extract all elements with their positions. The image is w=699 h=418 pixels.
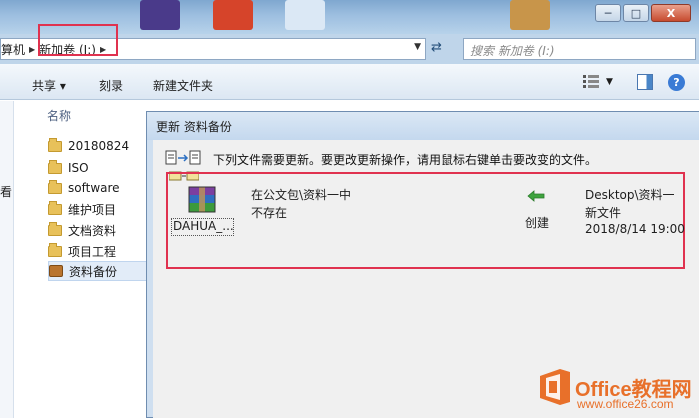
destination-path: Desktop\资料一	[585, 188, 675, 202]
taskbar-icon-blur	[510, 0, 550, 30]
list-item[interactable]: 20180824	[48, 136, 148, 156]
close-button[interactable]: X	[651, 4, 691, 22]
update-files-icon	[165, 150, 201, 165]
list-item-label: ISO	[68, 161, 89, 175]
dialog-instruction: 下列文件需要更新。要更改更新操作，请用鼠标右键单击要改变的文件。	[213, 153, 598, 167]
navigation-pane	[0, 101, 14, 418]
dialog-title: 更新 资料备份	[156, 120, 232, 134]
file-name-label[interactable]: DAHUA_...	[171, 218, 234, 236]
breadcrumb-separator-icon[interactable]: ▶	[29, 45, 35, 54]
briefcase-icon	[49, 265, 63, 277]
list-item[interactable]: ISO	[48, 158, 148, 178]
folder-icon	[48, 179, 62, 194]
taskbar-icon-blur	[285, 0, 325, 30]
maximize-button[interactable]: □	[623, 4, 649, 22]
destination-time: 2018/8/14 19:00	[585, 222, 685, 236]
nav-partial-label: 看	[0, 185, 13, 199]
window-controls: ─ □ X	[595, 4, 691, 22]
list-item-label: 项目工程	[68, 244, 117, 259]
source-path: 在公文包\资料一中	[251, 188, 352, 202]
annotation-highlight-drive	[38, 24, 118, 56]
folder-icon	[48, 242, 62, 257]
list-item[interactable]: software	[48, 178, 148, 198]
help-icon[interactable]: ?	[668, 74, 685, 91]
source-status: 不存在	[251, 206, 288, 220]
list-item-label: 维护项目	[68, 202, 117, 217]
breadcrumb-computer[interactable]: 算机	[1, 41, 25, 58]
list-item-label: 资料备份	[69, 264, 118, 279]
search-input[interactable]: 搜索 新加卷 (I:)	[463, 38, 696, 60]
minimize-button[interactable]: ─	[595, 4, 621, 22]
share-button[interactable]: 共享 ▾	[32, 77, 66, 94]
taskbar-icon-blur	[213, 0, 253, 30]
list-item[interactable]: 维护项目	[48, 199, 148, 219]
preview-pane-icon[interactable]	[637, 74, 653, 90]
folder-icon	[48, 137, 62, 152]
update-action-label[interactable]: 创建	[525, 214, 549, 231]
list-item-label: 20180824	[68, 139, 130, 153]
folder-icon	[48, 221, 62, 236]
watermark-url: www.office26.com	[577, 397, 674, 411]
burn-button[interactable]: 刻录	[99, 77, 123, 94]
folder-icon	[48, 159, 62, 174]
view-options-icon[interactable]	[583, 75, 599, 89]
destination-status: 新文件	[585, 206, 622, 220]
list-item-label: 文档资料	[68, 223, 117, 238]
refresh-icon[interactable]: ⇄	[431, 40, 442, 55]
taskbar-icon-blur	[140, 0, 180, 30]
address-dropdown-icon[interactable]: ▼	[414, 42, 421, 52]
folder-icon	[48, 200, 62, 215]
winrar-archive-icon[interactable]	[186, 185, 218, 215]
list-item[interactable]: 文档资料	[48, 220, 148, 240]
view-dropdown-icon[interactable]: ▼	[606, 77, 613, 87]
left-arrow-icon	[527, 190, 545, 202]
list-item[interactable]: 项目工程	[48, 241, 148, 261]
list-item-selected[interactable]: 资料备份	[48, 261, 148, 281]
dialog-titlebar[interactable]: 更新 资料备份	[147, 112, 699, 140]
office-logo-icon	[540, 369, 570, 405]
column-header-name[interactable]: 名称	[47, 107, 71, 124]
list-item-label: software	[68, 181, 120, 195]
new-folder-button[interactable]: 新建文件夹	[153, 77, 213, 94]
